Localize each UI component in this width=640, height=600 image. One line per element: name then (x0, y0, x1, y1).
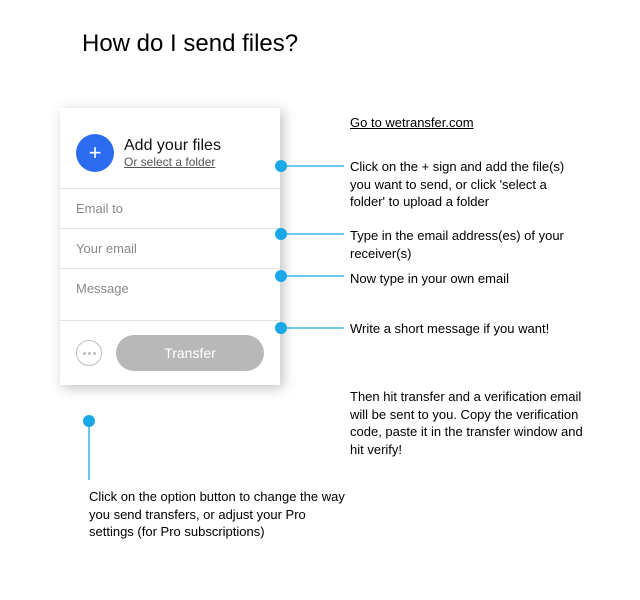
add-files-button[interactable]: + (76, 134, 114, 172)
plus-icon: + (89, 142, 102, 164)
annotation-transfer: Then hit transfer and a verification ema… (350, 388, 600, 458)
add-files-label: Add your files (124, 137, 221, 155)
ellipsis-icon (88, 352, 91, 355)
your-email-field[interactable]: Your email (60, 228, 280, 268)
message-field[interactable]: Message (60, 268, 280, 320)
callout-dot (275, 322, 287, 334)
annotation-email-to: Type in the email address(es) of your re… (350, 227, 570, 262)
ellipsis-icon (83, 352, 86, 355)
annotation-message: Write a short message if you want! (350, 320, 570, 338)
callout-dot (275, 228, 287, 240)
transfer-button[interactable]: Transfer (116, 335, 264, 371)
page-title: How do I send files? (82, 30, 298, 58)
annotation-goto[interactable]: Go to wetransfer.com (350, 114, 474, 132)
add-files-row: + Add your files Or select a folder (60, 108, 280, 188)
options-button[interactable] (76, 340, 102, 366)
callout-dot (275, 160, 287, 172)
ellipsis-icon (93, 352, 96, 355)
annotation-your-email: Now type in your own email (350, 270, 570, 288)
transfer-panel: + Add your files Or select a folder Emai… (60, 108, 280, 385)
select-folder-link[interactable]: Or select a folder (124, 155, 221, 169)
annotation-add-files: Click on the + sign and add the file(s) … (350, 158, 570, 211)
callout-dot (275, 270, 287, 282)
annotation-options: Click on the option button to change the… (89, 488, 349, 541)
email-to-field[interactable]: Email to (60, 188, 280, 228)
callout-dot (83, 415, 95, 427)
panel-footer: Transfer (60, 320, 280, 385)
